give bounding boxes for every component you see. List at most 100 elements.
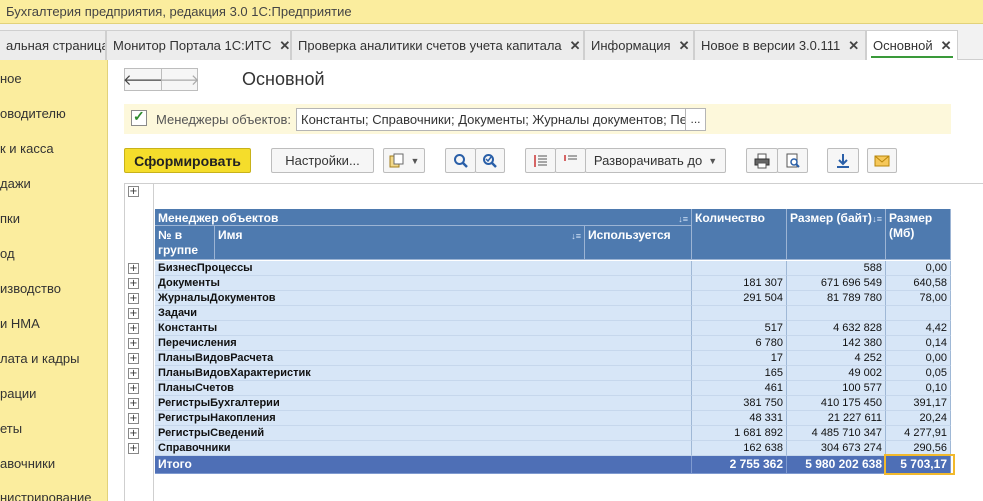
object-managers-checkbox[interactable] xyxy=(131,108,147,126)
object-managers-input[interactable]: Константы; Справочники; Документы; Журна… xyxy=(296,108,686,131)
table-row[interactable]: РегистрыНакопления 48 331 21 227 611 20,… xyxy=(155,411,951,426)
table-row[interactable]: ЖурналыДокументов 291 504 81 789 780 78,… xyxy=(155,291,951,306)
send-mail-button[interactable] xyxy=(867,148,897,173)
sidebar-item[interactable]: оводителю xyxy=(0,106,66,126)
cell-bytes: 81 789 780 xyxy=(787,291,886,306)
column-header-size-mb[interactable]: Размер (Мб) xyxy=(886,209,951,260)
table-row[interactable]: Задачи xyxy=(155,306,951,321)
cell-name: ПланыСчетов xyxy=(155,381,692,396)
forward-button[interactable]: 🡒 xyxy=(159,68,200,91)
tab-home[interactable]: альная страница xyxy=(0,30,106,60)
expand-row-icon[interactable]: + xyxy=(128,383,139,394)
sidebar-item[interactable]: пки xyxy=(0,211,20,231)
close-icon[interactable]: ✕ xyxy=(570,38,581,54)
close-icon[interactable]: ✕ xyxy=(941,38,952,54)
table-row[interactable]: ПланыСчетов 461 100 577 0,10 xyxy=(155,381,951,396)
save-button[interactable] xyxy=(827,148,859,173)
close-icon[interactable]: ✕ xyxy=(279,38,290,54)
sidebar-item[interactable]: авочники xyxy=(0,456,55,476)
close-icon[interactable]: ✕ xyxy=(679,38,690,54)
sidebar-item[interactable]: изводство xyxy=(0,281,61,301)
sidebar-item[interactable]: нистрирование xyxy=(0,490,92,501)
column-header-label: Размер (байт) xyxy=(790,211,872,225)
expand-row-icon[interactable]: + xyxy=(128,338,139,349)
tab-label: альная страница xyxy=(6,38,106,53)
object-managers-select-button[interactable]: ... xyxy=(685,108,706,131)
tab-portal-monitor[interactable]: Монитор Портала 1С:ИТС ✕ xyxy=(106,30,291,60)
table-row[interactable]: Справочники 162 638 304 673 274 290,56 xyxy=(155,441,951,456)
close-icon[interactable]: ✕ xyxy=(848,38,859,54)
print-preview-button[interactable] xyxy=(777,148,808,173)
expand-row-icon[interactable]: + xyxy=(128,398,139,409)
expand-row-icon[interactable]: + xyxy=(128,293,139,304)
expand-groups-button[interactable] xyxy=(555,148,586,173)
generate-button[interactable]: Сформировать xyxy=(124,148,251,173)
find-next-button[interactable] xyxy=(475,148,505,173)
sidebar-item[interactable]: еты xyxy=(0,421,22,441)
tab-capital-analytics[interactable]: Проверка аналитики счетов учета капитала… xyxy=(291,30,584,60)
sidebar-item[interactable]: дажи xyxy=(0,176,31,196)
table-row[interactable]: Константы 517 4 632 828 4,42 xyxy=(155,321,951,336)
cell-name: БизнесПроцессы xyxy=(155,261,692,276)
sidebar-item[interactable]: и НМА xyxy=(0,316,40,336)
tab-whats-new[interactable]: Новое в версии 3.0.111 ✕ xyxy=(694,30,866,60)
cell-name: Перечисления xyxy=(155,336,692,351)
expand-row-icon[interactable]: + xyxy=(128,368,139,379)
table-row[interactable]: БизнесПроцессы 588 0,00 xyxy=(155,261,951,276)
cell-name: РегистрыБухгалтерии xyxy=(155,396,692,411)
cell-name: РегистрыНакопления xyxy=(155,411,692,426)
back-button[interactable]: 🡐 xyxy=(122,68,164,91)
tab-label: Основной xyxy=(873,38,933,53)
cell-mb: 0,05 xyxy=(886,366,951,381)
sidebar-item[interactable]: рации xyxy=(0,386,36,406)
column-header-manager[interactable]: Менеджер объектов ↓≡ xyxy=(155,209,692,226)
table-total-row[interactable]: Итого 2 755 362 5 980 202 638 5 703,17 xyxy=(155,456,951,474)
cell-mb: 0,00 xyxy=(886,351,951,366)
expand-to-dropdown[interactable]: Разворачивать до ▼ xyxy=(585,148,726,173)
sidebar-item[interactable]: од xyxy=(0,246,15,266)
sidebar-item[interactable]: к и касса xyxy=(0,141,54,161)
tab-label: Монитор Портала 1С:ИТС xyxy=(113,38,272,53)
cell-name: Документы xyxy=(155,276,692,291)
search-next-icon xyxy=(483,153,497,168)
table-row[interactable]: Документы 181 307 671 696 549 640,58 xyxy=(155,276,951,291)
expand-row-icon[interactable]: + xyxy=(128,353,139,364)
cell-mb: 78,00 xyxy=(886,291,951,306)
expand-row-icon[interactable]: + xyxy=(128,323,139,334)
cell-name: ПланыВидовРасчета xyxy=(155,351,692,366)
cell-bytes: 142 380 xyxy=(787,336,886,351)
sidebar: ное оводителю к и касса дажи пки од изво… xyxy=(0,60,108,501)
cell-name: ПланыВидовХарактеристик xyxy=(155,366,692,381)
cell-mb xyxy=(886,306,951,321)
table-row[interactable]: ПланыВидовХарактеристик 165 49 002 0,05 xyxy=(155,366,951,381)
expand-row-icon[interactable]: + xyxy=(128,443,139,454)
sidebar-item[interactable]: лата и кадры xyxy=(0,351,79,371)
expand-row-icon[interactable]: + xyxy=(128,263,139,274)
table-row[interactable]: ПланыВидовРасчета 17 4 252 0,00 xyxy=(155,351,951,366)
collapse-groups-button[interactable] xyxy=(525,148,556,173)
arrow-right-icon: 🡒 xyxy=(159,72,200,89)
sidebar-item[interactable]: ное xyxy=(0,71,22,91)
column-header-name[interactable]: Имя ↓≡ xyxy=(215,226,585,260)
table-row[interactable]: РегистрыБухгалтерии 381 750 410 175 450 … xyxy=(155,396,951,411)
column-header-used[interactable]: Используется xyxy=(585,226,692,260)
print-button[interactable] xyxy=(746,148,778,173)
expand-all-icon[interactable]: + xyxy=(128,186,139,197)
arrow-left-icon: 🡐 xyxy=(122,72,164,89)
print-icon xyxy=(754,153,770,168)
expand-row-icon[interactable]: + xyxy=(128,428,139,439)
tab-information[interactable]: Информация ✕ xyxy=(584,30,694,60)
settings-button[interactable]: Настройки... xyxy=(271,148,374,173)
copy-button[interactable]: ▼ xyxy=(383,148,425,173)
tab-main[interactable]: Основной ✕ xyxy=(866,30,958,60)
expand-row-icon[interactable]: + xyxy=(128,278,139,289)
expand-row-icon[interactable]: + xyxy=(128,413,139,424)
column-header-group-no[interactable]: № в группе xyxy=(155,226,215,260)
table-row[interactable]: РегистрыСведений 1 681 892 4 485 710 347… xyxy=(155,426,951,441)
cell-bytes xyxy=(787,306,886,321)
find-button[interactable] xyxy=(445,148,476,173)
column-header-size-bytes[interactable]: Размер (байт) ↓≡ xyxy=(787,209,886,260)
column-header-count[interactable]: Количество xyxy=(692,209,787,260)
expand-row-icon[interactable]: + xyxy=(128,308,139,319)
table-row[interactable]: Перечисления 6 780 142 380 0,14 xyxy=(155,336,951,351)
